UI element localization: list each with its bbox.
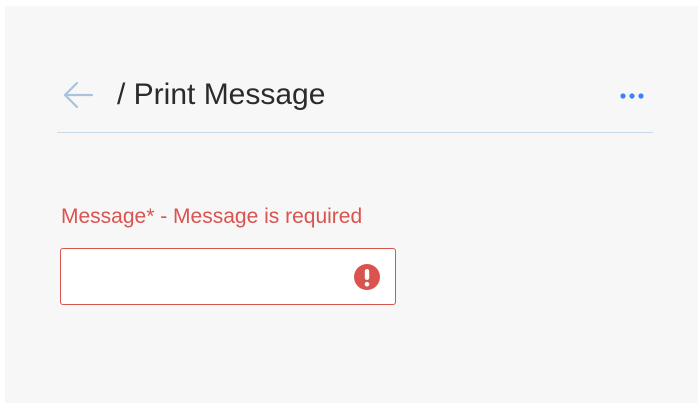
message-input-container[interactable] (60, 248, 396, 305)
back-arrow-icon[interactable] (61, 80, 95, 110)
message-field-label: Message* - Message is required (61, 205, 363, 228)
more-horizontal-icon[interactable] (617, 88, 647, 104)
page-title: / Print Message (117, 78, 326, 111)
message-input[interactable] (61, 249, 395, 304)
error-exclamation-icon (354, 264, 380, 290)
page-header: / Print Message (57, 58, 653, 133)
print-message-panel: / Print Message Message* - Message is re… (5, 6, 698, 403)
